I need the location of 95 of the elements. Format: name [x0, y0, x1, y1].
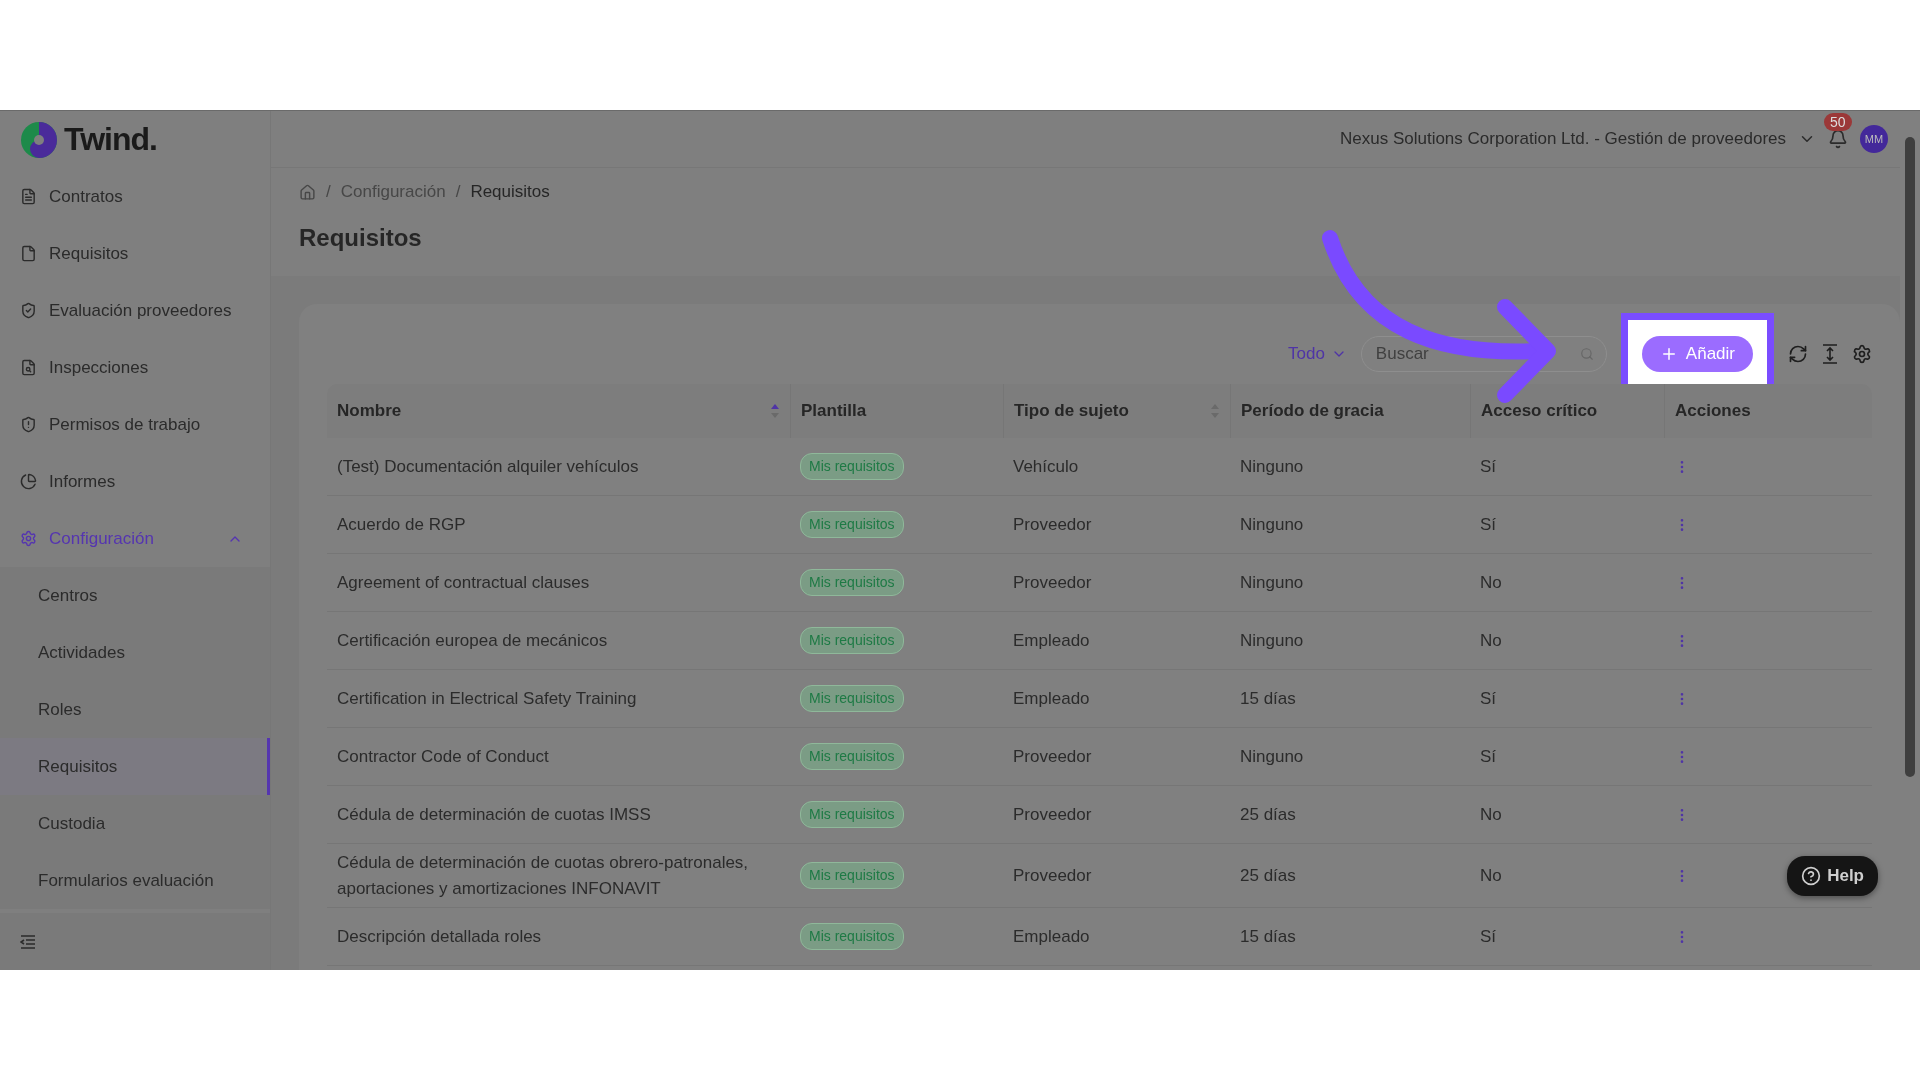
- sidebar-item[interactable]: Informes: [0, 453, 270, 510]
- home-icon[interactable]: [299, 183, 316, 201]
- template-tag: Mis requisitos: [800, 511, 904, 538]
- table-cell-text: Ninguno: [1240, 571, 1304, 594]
- file-search-icon: [20, 359, 37, 376]
- column-header: Acceso crítico: [1470, 384, 1664, 438]
- table-cell-text: Proveedor: [1013, 803, 1092, 826]
- table-cell-text: 25 días: [1240, 864, 1296, 887]
- table-cell-text: Ninguno: [1240, 629, 1304, 652]
- table-cell-text: Cédula de determinación de cuotas obrero-patronales, aportaciones y amortizaciones INFONAVIT: [337, 852, 750, 900]
- table-cell-text: Proveedor: [1013, 745, 1092, 768]
- template-tag: Mis requisitos: [800, 862, 904, 889]
- table-cell-text: Ninguno: [1240, 513, 1304, 536]
- shield-icon: [20, 416, 37, 433]
- avatar[interactable]: MM: [1860, 125, 1888, 153]
- column-header: Acciones: [1664, 384, 1872, 438]
- column-header[interactable]: Tipo de sujeto: [1003, 384, 1230, 438]
- table-cell-text: Certificación europea de mecánicos: [337, 629, 608, 652]
- logo-icon: [20, 120, 58, 159]
- scrollbar[interactable]: [1900, 111, 1920, 970]
- template-tag: Mis requisitos: [800, 627, 904, 654]
- column-header: Plantilla: [790, 384, 1003, 438]
- settings-icon: [20, 530, 37, 547]
- sidebar-subitem[interactable]: Requisitos: [0, 738, 270, 795]
- settings-icon[interactable]: [1852, 344, 1872, 364]
- table-cell-text: Sí: [1480, 513, 1497, 536]
- table-cell-text: Acuerdo de RGP: [337, 513, 466, 536]
- sidebar-item[interactable]: Inspecciones: [0, 339, 270, 396]
- table-cell-text: Certification in Electrical Safety Training: [337, 687, 637, 710]
- breadcrumb[interactable]: Configuración: [340, 182, 446, 202]
- sidebar-item[interactable]: Evaluación proveedores: [0, 282, 270, 339]
- breadcrumb-separator: /: [455, 182, 461, 202]
- table-cell-text: No: [1480, 864, 1502, 887]
- refresh-icon[interactable]: [1788, 344, 1808, 364]
- sidebar-item[interactable]: Requisitos: [0, 225, 270, 282]
- column-header[interactable]: Nombre: [327, 384, 790, 438]
- search-input[interactable]: Buscar: [1373, 343, 1580, 365]
- table-cell-text: Vehículo: [1013, 455, 1079, 478]
- search-icon: [1579, 347, 1594, 361]
- template-tag: Mis requisitos: [800, 453, 904, 480]
- table-cell-text: 15 días: [1240, 687, 1296, 710]
- table-cell-text: Empleado: [1013, 925, 1090, 948]
- help-icon: [1801, 866, 1822, 886]
- table-cell-text: No: [1480, 629, 1502, 652]
- sidebar-subitem[interactable]: Roles: [0, 681, 270, 738]
- breadcrumb-separator: /: [326, 182, 331, 202]
- table-cell-text: Descripción detallada roles: [337, 925, 542, 948]
- document-icon: [20, 188, 37, 205]
- table-cell-text: Sí: [1480, 745, 1497, 768]
- sidebar-subitem[interactable]: Formularios evaluación: [0, 852, 270, 909]
- template-tag: Mis requisitos: [800, 923, 904, 950]
- sidebar-item[interactable]: Contratos: [0, 168, 270, 225]
- table-cell-text: No: [1480, 803, 1502, 826]
- table-cell-text: 25 días: [1240, 803, 1296, 826]
- add-button[interactable]: Añadir: [1641, 336, 1753, 372]
- table-cell-text: Sí: [1480, 455, 1497, 478]
- table-cell-text: Proveedor: [1013, 864, 1092, 887]
- page-title: Requisitos: [299, 224, 423, 252]
- sort-icon[interactable]: [770, 403, 780, 419]
- table-cell-text: Ninguno: [1240, 745, 1304, 768]
- workspace-selector[interactable]: Nexus Solutions Corporation Ltd. - Gestión de proveedores: [1339, 129, 1786, 149]
- table-cell-text: Cédula de determinación de cuotas IMSS: [337, 803, 651, 826]
- sidebar-subitem[interactable]: Custodia: [0, 795, 270, 852]
- shield-check-icon: [20, 302, 37, 319]
- filter-dropdown[interactable]: Todo: [1288, 344, 1347, 364]
- table-cell-text: Sí: [1480, 687, 1497, 710]
- table-cell-text: Agreement of contractual clauses: [337, 571, 590, 594]
- table-cell-text: Proveedor: [1013, 513, 1092, 536]
- template-tag: Mis requisitos: [800, 801, 904, 828]
- template-tag: Mis requisitos: [800, 743, 904, 770]
- sidebar-item[interactable]: Permisos de trabajo: [0, 396, 270, 453]
- table-cell-text: No: [1480, 571, 1502, 594]
- pie-chart-icon: [20, 473, 37, 490]
- help-button[interactable]: Help: [1787, 856, 1878, 896]
- column-header: Período de gracia: [1230, 384, 1470, 438]
- table-cell-text: Empleado: [1013, 687, 1090, 710]
- sidebar-subitem[interactable]: Centros: [0, 567, 270, 624]
- sidebar-subitem[interactable]: Actividades: [0, 624, 270, 681]
- file-icon: [20, 245, 37, 262]
- table-cell-text: Proveedor: [1013, 571, 1092, 594]
- table-cell-text: Contractor Code of Conduct: [337, 745, 549, 768]
- table-cell-text: (Test) Documentación alquiler vehículos: [337, 455, 639, 478]
- table-cell-text: Empleado: [1013, 629, 1090, 652]
- breadcrumb: Requisitos: [470, 182, 550, 202]
- sidebar-item[interactable]: Configuración: [0, 510, 270, 567]
- table-cell-text: 15 días: [1240, 925, 1296, 948]
- logo-text: Twind.: [64, 121, 157, 158]
- table-cell-text: Sí: [1480, 925, 1497, 948]
- template-tag: Mis requisitos: [800, 685, 904, 712]
- collapse-menu-icon[interactable]: [20, 934, 36, 949]
- template-tag: Mis requisitos: [800, 569, 904, 596]
- notification-badge: 50: [1824, 113, 1852, 131]
- row-height-icon[interactable]: [1822, 344, 1838, 364]
- table-cell-text: Ninguno: [1240, 455, 1304, 478]
- bell-icon[interactable]: [1828, 129, 1848, 149]
